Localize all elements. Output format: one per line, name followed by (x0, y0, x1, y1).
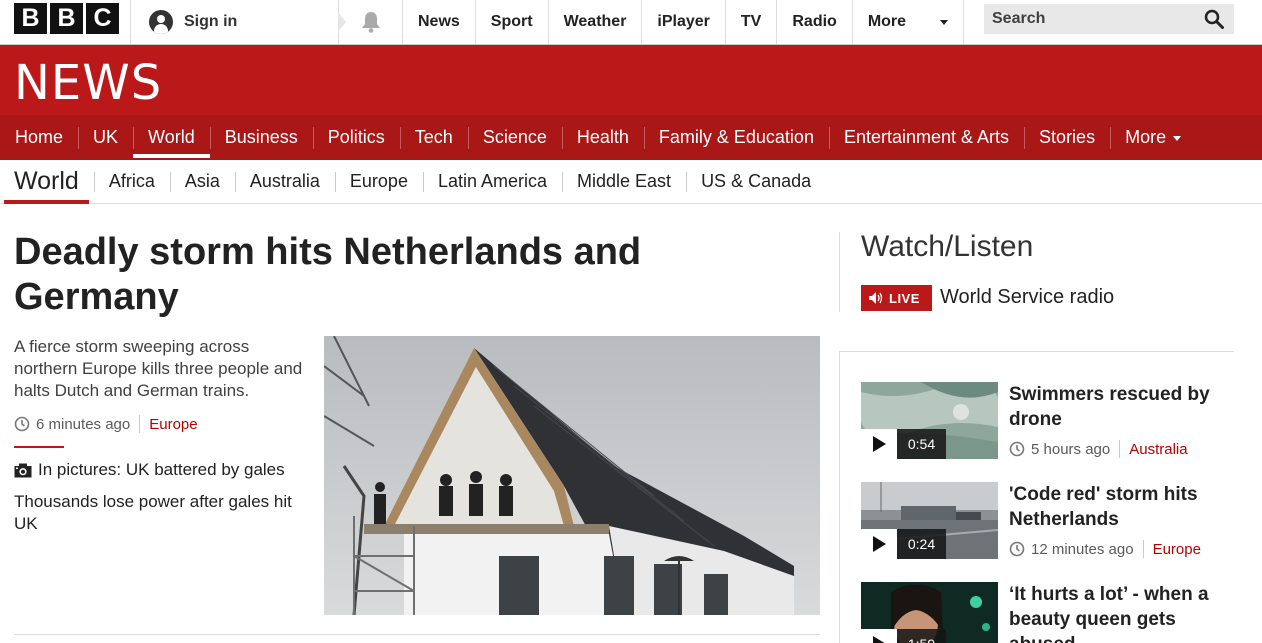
news-main-nav: Home UK World Business Politics Tech Sci… (0, 115, 1262, 160)
nav-business[interactable]: Business (209, 115, 313, 160)
live-label: LIVE (889, 290, 920, 306)
nav-politics[interactable]: Politics (312, 115, 400, 160)
clock-icon (14, 416, 30, 432)
topnav-tv[interactable]: TV (724, 0, 776, 44)
subnav-us-canada[interactable]: US & Canada (686, 171, 826, 192)
video-thumbnail[interactable]: 0:54 (861, 382, 998, 459)
bbc-logo[interactable]: B B C (14, 3, 119, 34)
subnav-latin-america[interactable]: Latin America (422, 171, 562, 192)
meta-divider (1142, 540, 1144, 558)
column-divider (839, 351, 840, 643)
related-link[interactable]: In pictures: UK battered by gales (14, 460, 285, 480)
subnav-middle-east[interactable]: Middle East (562, 171, 686, 192)
topnav-radio[interactable]: Radio (776, 0, 851, 44)
video-title[interactable]: Swimmers rescued by drone (1009, 382, 1234, 432)
meta-divider (1119, 440, 1121, 458)
timestamp: 12 minutes ago (1031, 540, 1134, 558)
subnav-europe[interactable]: Europe (334, 171, 423, 192)
subnav-australia[interactable]: Australia (234, 171, 335, 192)
play-icon[interactable] (861, 629, 897, 643)
storm-damaged-house-image (324, 336, 820, 615)
section-tag[interactable]: Europe (149, 416, 197, 433)
nav-stories[interactable]: Stories (1024, 115, 1110, 160)
world-service-radio-link[interactable]: World Service radio (940, 286, 1114, 309)
top-story-headline[interactable]: Deadly storm hits Netherlands and German… (14, 230, 714, 320)
clock-icon (1009, 441, 1025, 457)
nav-tech[interactable]: Tech (399, 115, 468, 160)
bbc-logo-letter: B (50, 3, 83, 34)
meta-divider (139, 415, 141, 433)
video-title[interactable]: ‘It hurts a lot’ - when a beauty queen g… (1009, 582, 1234, 643)
search-box[interactable]: Search (984, 4, 1234, 34)
related-link-label: In pictures: UK battered by gales (38, 460, 285, 479)
timestamp: 6 minutes ago (36, 415, 131, 433)
nav-home[interactable]: Home (0, 115, 78, 160)
topnav-more[interactable]: More (851, 0, 964, 44)
bbc-logo-letter: C (86, 3, 119, 34)
topnav-news[interactable]: News (402, 0, 475, 44)
bell-icon (361, 12, 380, 33)
column-divider (839, 232, 840, 312)
watch-divider (840, 351, 1234, 352)
topnav-weather[interactable]: Weather (547, 0, 642, 44)
story-divider (14, 446, 64, 448)
watch-listen-heading: Watch/Listen (861, 230, 1034, 263)
subnav-africa[interactable]: Africa (93, 171, 170, 192)
nav-world[interactable]: World (133, 115, 210, 160)
bbc-logo-letter: B (14, 3, 47, 34)
world-sub-nav: World Africa Asia Australia Europe Latin… (0, 160, 1262, 204)
video-duration: 0:24 (897, 529, 946, 559)
video-duration: 1:59 (897, 629, 946, 643)
nav-science[interactable]: Science (467, 115, 562, 160)
chevron-down-icon (1173, 136, 1182, 141)
play-icon[interactable] (861, 429, 897, 459)
nav-uk[interactable]: UK (78, 115, 133, 160)
top-story-summary: A fierce storm sweeping across northern … (14, 337, 303, 400)
news-logo[interactable]: NEWS (14, 55, 162, 111)
topnav-more-label: More (867, 13, 907, 30)
subnav-asia[interactable]: Asia (169, 171, 235, 192)
search-placeholder: Search (992, 10, 1046, 27)
topnav-iplayer[interactable]: iPlayer (641, 0, 724, 44)
sign-in-label: Sign in (184, 13, 238, 30)
bbc-top-bar: B B C Sign in News Sport Weather iPlayer… (0, 0, 1262, 45)
timestamp: 5 hours ago (1031, 440, 1111, 458)
nav-more-label: More (1125, 127, 1167, 147)
clock-icon (1009, 541, 1025, 557)
video-title[interactable]: 'Code red' storm hits Netherlands (1009, 482, 1234, 532)
bbc-global-nav: News Sport Weather iPlayer TV Radio More (402, 0, 964, 44)
speaker-icon (869, 292, 883, 304)
topnav-sport[interactable]: Sport (474, 0, 548, 44)
related-link[interactable]: Thousands lose power after gales hit UK (14, 491, 314, 535)
section-tag[interactable]: Australia (1129, 441, 1187, 458)
nav-family-education[interactable]: Family & Education (643, 115, 829, 160)
top-story-image[interactable] (324, 336, 820, 615)
section-title[interactable]: World (4, 160, 89, 204)
video-thumbnail[interactable]: 1:59 (861, 582, 998, 643)
video-thumbnail[interactable]: 0:24 (861, 482, 998, 559)
section-tag[interactable]: Europe (1153, 541, 1201, 558)
news-brand-bar: NEWS (0, 45, 1262, 115)
camera-icon (14, 463, 32, 477)
sign-in-link[interactable]: Sign in (130, 0, 338, 44)
video-meta: 12 minutes ago Europe (1009, 540, 1201, 558)
play-icon[interactable] (861, 529, 897, 559)
divider-arrow (338, 12, 346, 32)
notifications-button[interactable] (338, 0, 402, 44)
chevron-down-icon (939, 19, 948, 25)
video-duration: 0:54 (897, 429, 946, 459)
nav-entertainment-arts[interactable]: Entertainment & Arts (828, 115, 1024, 160)
live-badge[interactable]: LIVE (861, 285, 932, 311)
video-meta: 5 hours ago Australia (1009, 440, 1188, 458)
top-story-meta: 6 minutes ago Europe (14, 415, 198, 433)
nav-health[interactable]: Health (561, 115, 644, 160)
section-divider (14, 634, 820, 635)
nav-more[interactable]: More (1110, 115, 1196, 160)
user-icon (149, 10, 173, 34)
search-icon[interactable] (1204, 9, 1224, 29)
